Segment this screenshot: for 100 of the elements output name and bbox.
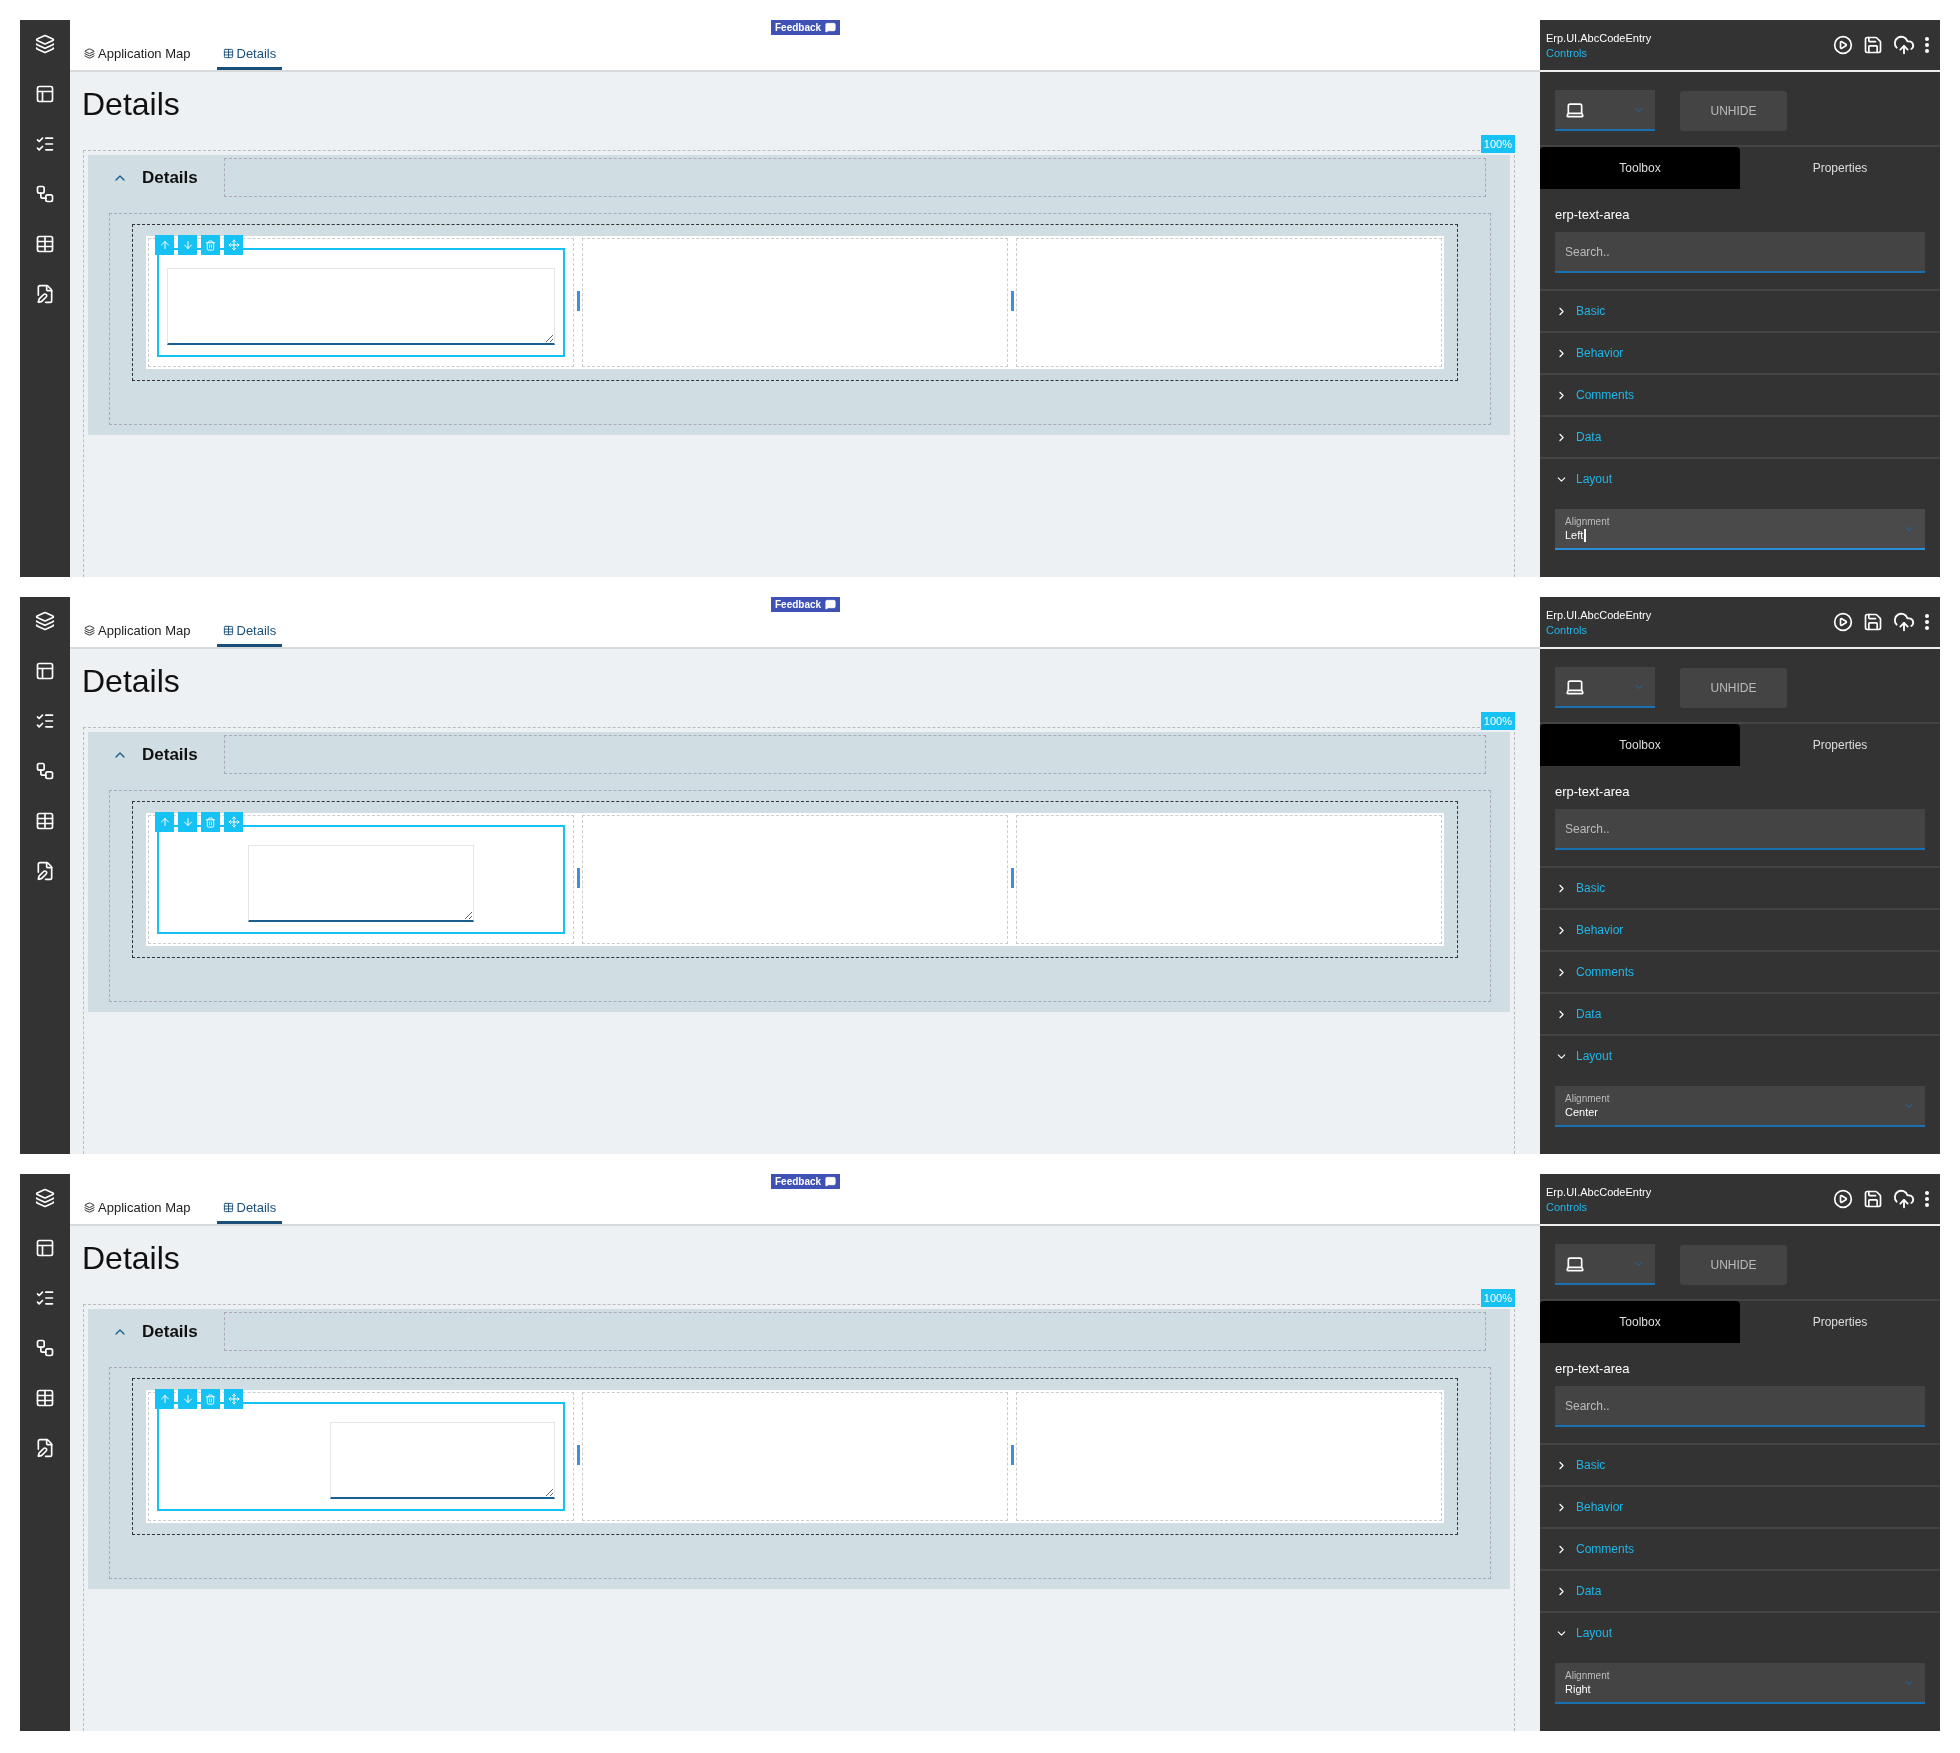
resize-handle[interactable] — [1011, 868, 1014, 888]
panel-tab[interactable]: Toolbox — [1540, 724, 1740, 766]
layers-icon — [84, 625, 95, 636]
arrow-down-icon — [181, 239, 194, 251]
list-check-icon[interactable] — [35, 1288, 55, 1308]
accordion-item[interactable]: Behavior — [1540, 1485, 1940, 1527]
edit-document-icon[interactable] — [35, 861, 55, 881]
page-title: Details — [82, 663, 181, 700]
device-select[interactable] — [1555, 1244, 1655, 1285]
device-select[interactable] — [1555, 667, 1655, 708]
panel-tab[interactable]: Toolbox — [1540, 1301, 1740, 1343]
resize-handle[interactable] — [577, 868, 580, 888]
table-icon[interactable] — [35, 234, 55, 254]
trash-icon — [205, 239, 216, 251]
accordion-item[interactable]: Basic — [1540, 289, 1940, 331]
save-icon — [1863, 612, 1883, 632]
resize-handle[interactable] — [1011, 1445, 1014, 1465]
play-icon — [1833, 1189, 1853, 1209]
accordion-item[interactable]: Basic — [1540, 1443, 1940, 1485]
edit-document-icon[interactable] — [35, 284, 55, 304]
device-select[interactable] — [1555, 90, 1655, 131]
tab[interactable]: Details — [216, 623, 283, 647]
list-check-icon[interactable] — [35, 134, 55, 154]
alignment-select[interactable]: Alignment Right — [1555, 1663, 1925, 1704]
accordion-item[interactable]: Comments — [1540, 1527, 1940, 1569]
feedback-button[interactable]: Feedback — [771, 597, 841, 612]
flow-icon[interactable] — [35, 184, 55, 204]
search-field[interactable]: Search.. — [1555, 1386, 1925, 1427]
tab[interactable]: Application Map — [78, 46, 197, 70]
accordion-item[interactable]: Data — [1540, 415, 1940, 457]
more-icon — [1925, 614, 1929, 630]
layout-icon[interactable] — [35, 661, 55, 681]
accordion-item[interactable]: Behavior — [1540, 331, 1940, 373]
move-icon — [227, 1393, 240, 1405]
arrow-down-icon — [181, 816, 194, 828]
alignment-select[interactable]: Alignment Center — [1555, 1086, 1925, 1127]
component-name: erp-text-area — [1555, 1361, 1631, 1376]
resize-handle[interactable] — [577, 291, 580, 311]
move-icon — [227, 816, 240, 828]
text-area[interactable] — [248, 845, 474, 922]
section-header[interactable]: Details — [92, 732, 1506, 777]
accordion-item[interactable]: Behavior — [1540, 908, 1940, 950]
layout-icon[interactable] — [35, 1238, 55, 1258]
accordion-item[interactable]: Comments — [1540, 373, 1940, 415]
unhide-button[interactable]: UNHIDE — [1680, 90, 1787, 131]
play-icon — [1833, 35, 1853, 55]
table-icon — [222, 1202, 234, 1213]
section-header[interactable]: Details — [92, 155, 1506, 200]
tab[interactable]: Details — [216, 46, 283, 70]
panel-tab[interactable]: Toolbox — [1540, 147, 1740, 189]
tab[interactable]: Details — [216, 1200, 283, 1224]
accordion-item[interactable]: Layout — [1540, 457, 1940, 499]
tab[interactable]: Application Map — [78, 623, 197, 647]
accordion-item[interactable]: Data — [1540, 992, 1940, 1034]
section-header[interactable]: Details — [92, 1309, 1506, 1354]
resize-handle[interactable] — [1011, 291, 1014, 311]
play-icon — [1833, 612, 1853, 632]
field-value: Left — [1565, 529, 1584, 541]
accordion-item[interactable]: Comments — [1540, 950, 1940, 992]
alignment-select[interactable]: Alignment Left — [1555, 509, 1925, 550]
flow-icon[interactable] — [35, 761, 55, 781]
search-field[interactable]: Search.. — [1555, 809, 1925, 850]
unhide-button[interactable]: UNHIDE — [1680, 667, 1787, 708]
unhide-button[interactable]: UNHIDE — [1680, 1244, 1787, 1285]
accordion-item[interactable]: Layout — [1540, 1611, 1940, 1653]
more-icon — [1925, 1191, 1929, 1207]
chat-icon — [825, 599, 837, 610]
text-area[interactable] — [167, 268, 555, 345]
layout-icon[interactable] — [35, 84, 55, 104]
zoom-badge: 100% — [1480, 135, 1515, 153]
arrow-up-icon — [158, 816, 171, 828]
flow-icon[interactable] — [35, 1338, 55, 1358]
layers-icon[interactable] — [35, 34, 55, 54]
panel-tab[interactable]: Properties — [1740, 724, 1940, 766]
cloud-upload-icon — [1893, 1188, 1915, 1210]
list-check-icon[interactable] — [35, 711, 55, 731]
feedback-button[interactable]: Feedback — [771, 1174, 841, 1189]
layers-icon[interactable] — [35, 1188, 55, 1208]
edit-document-icon[interactable] — [35, 1438, 55, 1458]
tab[interactable]: Application Map — [78, 1200, 197, 1224]
field-label: Alignment — [1565, 1670, 1611, 1681]
component-name: erp-text-area — [1555, 207, 1631, 222]
field-label: Alignment — [1565, 1093, 1611, 1104]
accordion-item[interactable]: Data — [1540, 1569, 1940, 1611]
table-icon[interactable] — [35, 811, 55, 831]
search-field[interactable]: Search.. — [1555, 232, 1925, 273]
arrow-up-icon — [158, 239, 171, 251]
accordion-item[interactable]: Basic — [1540, 866, 1940, 908]
table-icon[interactable] — [35, 1388, 55, 1408]
panel-tab[interactable]: Properties — [1740, 1301, 1940, 1343]
arrow-up-icon — [158, 1393, 171, 1405]
layers-icon[interactable] — [35, 611, 55, 631]
table-icon — [222, 48, 234, 59]
text-area[interactable] — [329, 1422, 555, 1499]
accordion-item[interactable]: Layout — [1540, 1034, 1940, 1076]
panel-tab[interactable]: Properties — [1740, 147, 1940, 189]
chat-icon — [825, 22, 837, 33]
feedback-button[interactable]: Feedback — [771, 20, 841, 35]
resize-handle[interactable] — [577, 1445, 580, 1465]
cloud-upload-icon — [1893, 34, 1915, 56]
